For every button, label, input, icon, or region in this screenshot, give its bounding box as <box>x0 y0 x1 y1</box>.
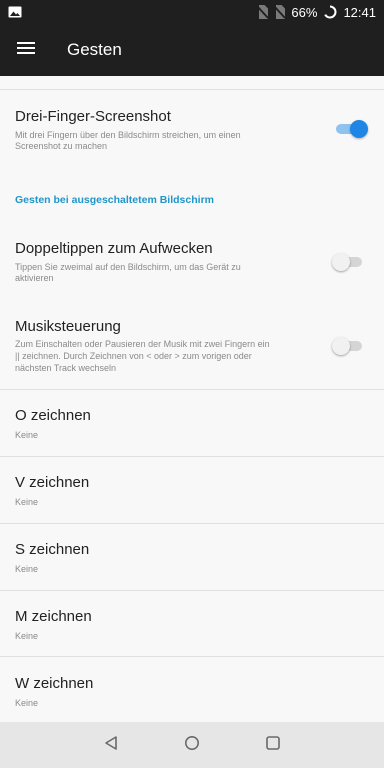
setting-title: S zeichnen <box>15 541 90 558</box>
setting-subtitle: Screenshot zu machen <box>15 141 108 151</box>
setting-value: Keine <box>15 698 39 708</box>
setting-value: Keine <box>15 497 39 507</box>
home-icon <box>184 735 200 756</box>
setting-subtitle: || zeichnen. Durch Zeichnen von < oder >… <box>15 351 252 361</box>
setting-music-control[interactable]: Musiksteuerung Zum Einschalten oder Paus… <box>0 306 384 389</box>
image-icon <box>8 6 22 18</box>
setting-subtitle: aktivieren <box>15 273 54 283</box>
setting-three-finger-screenshot[interactable]: Drei-Finger-Screenshot Mit drei Fingern … <box>0 90 384 167</box>
setting-title: V zeichnen <box>15 474 90 491</box>
setting-value: Keine <box>15 564 39 574</box>
setting-draw-o[interactable]: O zeichnen Keine <box>0 390 384 456</box>
clock: 12:41 <box>343 4 376 20</box>
setting-value: Keine <box>15 430 39 440</box>
double-tap-toggle[interactable] <box>332 253 364 271</box>
setting-title: O zeichnen <box>15 407 91 424</box>
setting-draw-w[interactable]: W zeichnen Keine <box>0 657 384 722</box>
setting-subtitle: Mit drei Fingern über den Bildschirm str… <box>15 130 241 140</box>
setting-subtitle: nächsten Track wechseln <box>15 363 117 373</box>
page-title: Gesten <box>67 40 122 59</box>
setting-title: W zeichnen <box>15 675 94 692</box>
app-bar: Gesten <box>0 24 384 76</box>
no-sim-icon <box>274 5 286 19</box>
section-header: Gesten bei ausgeschaltetem Bildschirm <box>15 194 214 206</box>
setting-draw-s[interactable]: S zeichnen Keine <box>0 524 384 590</box>
setting-subtitle: Zum Einschalten oder Pausieren der Musik… <box>15 339 270 349</box>
setting-value: Keine <box>15 631 39 641</box>
toggle-knob <box>332 253 350 271</box>
menu-icon <box>17 41 35 59</box>
navigation-bar <box>0 722 384 768</box>
setting-title: Drei-Finger-Screenshot <box>15 108 171 125</box>
no-sim-icon <box>257 5 269 19</box>
settings-list[interactable]: Drei-Finger-Screenshot Mit drei Fingern … <box>0 76 384 722</box>
setting-title: Musiksteuerung <box>15 318 121 335</box>
toggle-knob <box>350 120 368 138</box>
back-button[interactable] <box>101 735 121 755</box>
setting-draw-m[interactable]: M zeichnen Keine <box>0 591 384 657</box>
battery-percent: 66% <box>291 4 318 20</box>
setting-draw-v[interactable]: V zeichnen Keine <box>0 457 384 523</box>
battery-icon <box>323 5 337 19</box>
status-bar: 66% 12:41 <box>0 0 384 24</box>
menu-button[interactable] <box>0 24 52 76</box>
music-control-toggle[interactable] <box>332 337 364 355</box>
setting-title: M zeichnen <box>15 608 92 625</box>
toggle-knob <box>332 337 350 355</box>
setting-title: Doppeltippen zum Aufwecken <box>15 240 213 257</box>
setting-subtitle: Tippen Sie zweimal auf den Bildschirm, u… <box>15 262 241 272</box>
back-icon <box>103 735 119 756</box>
three-finger-toggle[interactable] <box>334 120 368 138</box>
home-button[interactable] <box>182 735 202 755</box>
setting-double-tap-wake[interactable]: Doppeltippen zum Aufwecken Tippen Sie zw… <box>0 226 384 298</box>
recents-button[interactable] <box>263 735 283 755</box>
recents-icon <box>265 735 281 756</box>
